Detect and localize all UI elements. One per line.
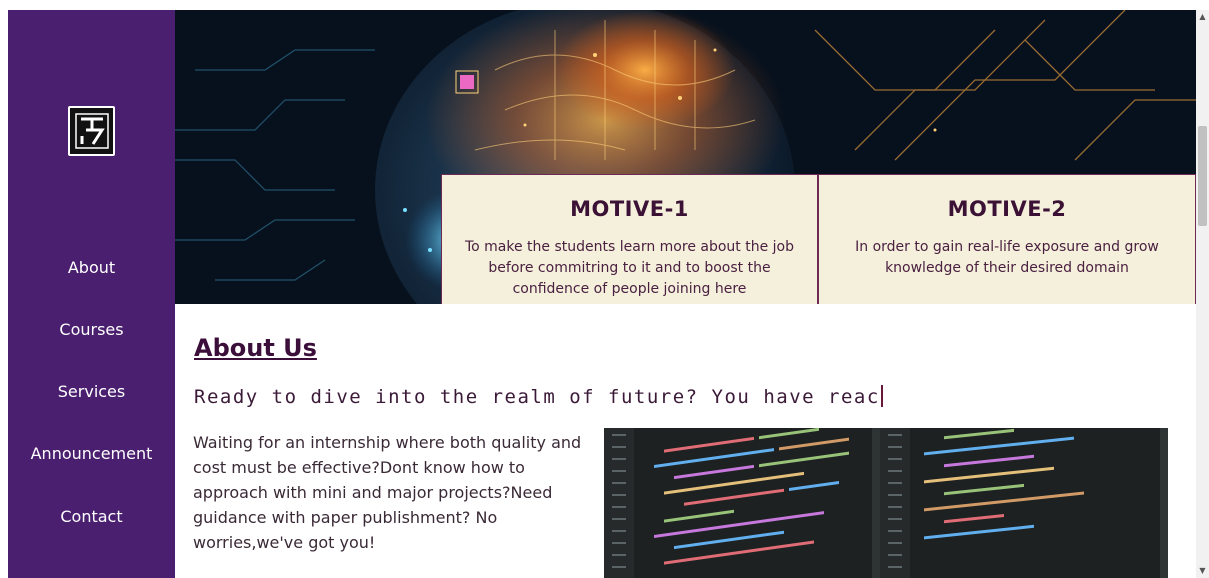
nav-item-services[interactable]: Services bbox=[8, 382, 175, 401]
scroll-up-arrow-icon[interactable]: ▲ bbox=[1196, 10, 1209, 24]
about-description: Waiting for an internship where both qua… bbox=[193, 433, 582, 552]
nav-item-about[interactable]: About bbox=[8, 258, 175, 277]
motive-text: In order to gain real-life exposure and … bbox=[855, 239, 1159, 276]
top-strip bbox=[0, 0, 1209, 10]
about-heading: About Us bbox=[194, 334, 317, 362]
brand-logo-icon bbox=[74, 113, 109, 149]
scroll-thumb[interactable] bbox=[1198, 126, 1207, 226]
brand-logo[interactable] bbox=[68, 106, 115, 156]
code-screenshot-illustration bbox=[604, 428, 1168, 578]
typing-tagline: Ready to dive into the realm of future? … bbox=[194, 385, 883, 408]
motive-title: MOTIVE-2 bbox=[947, 197, 1067, 221]
page-scrollbar[interactable]: ▲ ▼ bbox=[1196, 10, 1209, 578]
motive-card-1: MOTIVE-1 To make the students learn more… bbox=[441, 174, 818, 304]
nav-item-contact[interactable]: Contact bbox=[8, 507, 175, 526]
hero-banner: MOTIVE-1 To make the students learn more… bbox=[175, 10, 1196, 304]
motive-card-2: MOTIVE-2 In order to gain real-life expo… bbox=[818, 174, 1196, 304]
sidebar: About Courses Services Announcement Cont… bbox=[8, 10, 175, 578]
motive-title: MOTIVE-1 bbox=[570, 197, 689, 221]
nav-item-announcement[interactable]: Announcement bbox=[8, 444, 175, 463]
code-editor-image bbox=[604, 428, 1168, 578]
nav-item-courses[interactable]: Courses bbox=[8, 320, 175, 339]
motive-text: To make the students learn more about th… bbox=[464, 239, 794, 297]
scroll-down-arrow-icon[interactable]: ▼ bbox=[1196, 564, 1209, 578]
typing-cursor bbox=[880, 385, 883, 407]
tagline-text: Ready to dive into the realm of future? … bbox=[194, 386, 880, 408]
